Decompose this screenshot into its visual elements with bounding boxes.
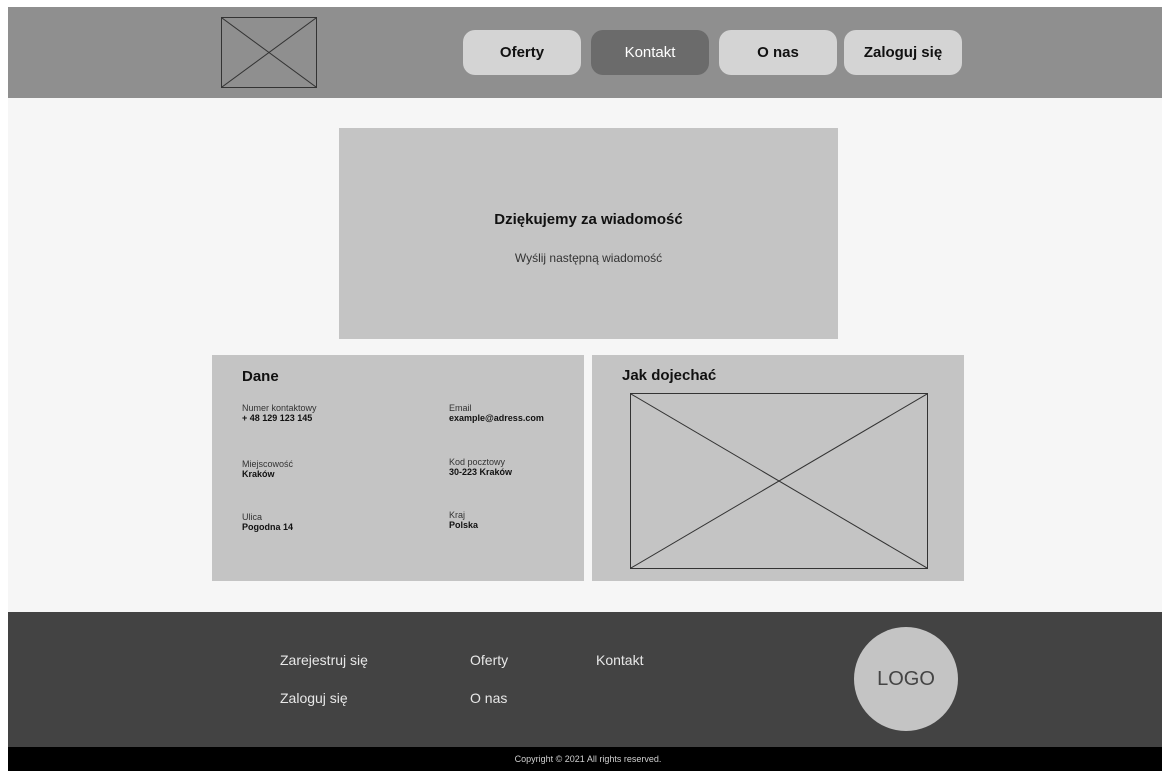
- footer-login-link[interactable]: Zaloguj się: [280, 690, 348, 706]
- field-label: Kod pocztowy: [449, 457, 506, 467]
- email-field: Email example@adress.com: [449, 403, 544, 424]
- image-placeholder-icon: [631, 394, 927, 568]
- field-value: Pogodna 14: [242, 522, 294, 532]
- field-value: + 48 129 123 145: [242, 413, 313, 423]
- field-label: Miejscowość: [242, 459, 294, 469]
- footer-contact-link[interactable]: Kontakt: [596, 652, 643, 668]
- city-field: Miejscowość Kraków: [242, 459, 293, 480]
- header: Oferty Kontakt O nas Zaloguj się: [8, 7, 1162, 98]
- contact-data-panel: Dane Numer kontaktowy + 48 129 123 145 E…: [212, 355, 584, 581]
- nav-oferty-button[interactable]: Oferty: [463, 30, 581, 75]
- country-field: Kraj Polska: [449, 510, 478, 531]
- field-value: 30-223 Kraków: [449, 467, 513, 477]
- field-value: Polska: [449, 520, 479, 530]
- logo-placeholder[interactable]: [221, 17, 317, 88]
- thank-you-title: Dziękujemy za wiadomość: [494, 211, 683, 228]
- field-value: example@adress.com: [449, 413, 544, 423]
- footer-about-link[interactable]: O nas: [470, 690, 507, 706]
- contact-data-title: Dane: [242, 368, 279, 385]
- footer-offers-link[interactable]: Oferty: [470, 652, 508, 668]
- field-label: Numer kontaktowy: [242, 403, 317, 413]
- image-placeholder-icon: [222, 18, 316, 87]
- directions-panel: Jak dojechać: [592, 355, 964, 581]
- nav-o-nas-button[interactable]: O nas: [719, 30, 837, 75]
- map-placeholder[interactable]: [630, 393, 928, 569]
- footer-register-link[interactable]: Zarejestruj się: [280, 652, 368, 668]
- nav-kontakt-button[interactable]: Kontakt: [591, 30, 709, 75]
- postal-code-field: Kod pocztowy 30-223 Kraków: [449, 457, 512, 478]
- thank-you-box: Dziękujemy za wiadomość Wyślij następną …: [339, 128, 838, 339]
- footer: Zarejestruj się Oferty Kontakt Zaloguj s…: [8, 612, 1162, 747]
- field-label: Ulica: [242, 512, 263, 522]
- field-value: Kraków: [242, 469, 275, 479]
- directions-title: Jak dojechać: [622, 367, 717, 384]
- send-another-message-link[interactable]: Wyślij następną wiadomość: [339, 251, 838, 265]
- footer-logo: LOGO: [854, 627, 958, 731]
- phone-field: Numer kontaktowy + 48 129 123 145: [242, 403, 317, 424]
- field-label: Kraj: [449, 510, 466, 520]
- street-field: Ulica Pogodna 14: [242, 512, 293, 533]
- field-label: Email: [449, 403, 472, 413]
- nav-login-button[interactable]: Zaloguj się: [844, 30, 962, 75]
- page: Oferty Kontakt O nas Zaloguj się Dziękuj…: [8, 7, 1162, 771]
- copyright-bar: Copyright © 2021 All rights reserved.: [8, 747, 1162, 771]
